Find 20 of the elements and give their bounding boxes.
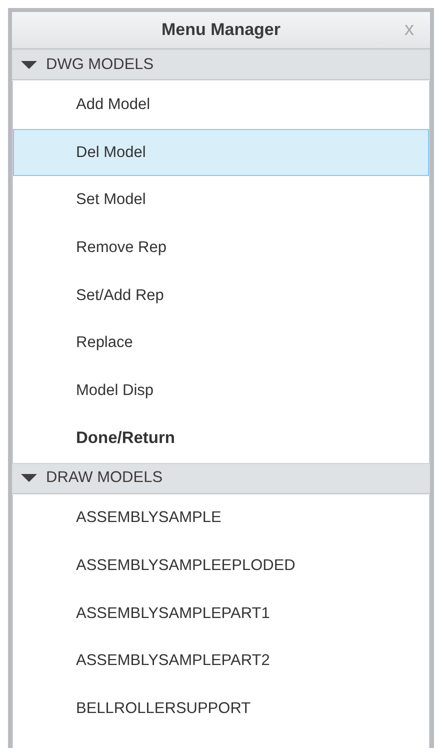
menu-item[interactable]: ASSEMBLYSAMPLEPART2 <box>13 638 429 686</box>
menu-item[interactable]: Set Model <box>13 176 429 224</box>
menu-item[interactable]: BELLROLLERSUPPORT <box>13 685 429 733</box>
collapse-triangle-icon <box>20 60 38 70</box>
menu-item[interactable]: Remove Rep <box>13 224 429 272</box>
menu-item[interactable]: ASSEMBLYSAMPLEPART1 <box>13 590 429 638</box>
menu-item[interactable]: ASSEMBLYSAMPLE <box>13 494 429 542</box>
menu-item[interactable]: Done/Return <box>13 414 429 462</box>
menu-item[interactable]: Set/Add Rep <box>13 272 429 320</box>
menu-item[interactable]: Del Model <box>13 128 429 176</box>
menu-item[interactable]: Model Disp <box>13 367 429 415</box>
menu-item[interactable]: Replace <box>13 319 429 368</box>
menu-item[interactable]: Add Model <box>13 81 429 129</box>
window-title: Menu Manager <box>161 20 281 40</box>
section-header[interactable]: DRAW MODELS <box>12 462 430 494</box>
section-title: DRAW MODELS <box>46 469 163 487</box>
collapse-triangle-icon <box>20 473 38 483</box>
menu-item[interactable]: ASSEMBLYSAMPLEEPLODED <box>13 542 429 590</box>
section-title: DWG MODELS <box>46 56 154 74</box>
section-header[interactable]: DWG MODELS <box>12 49 430 80</box>
